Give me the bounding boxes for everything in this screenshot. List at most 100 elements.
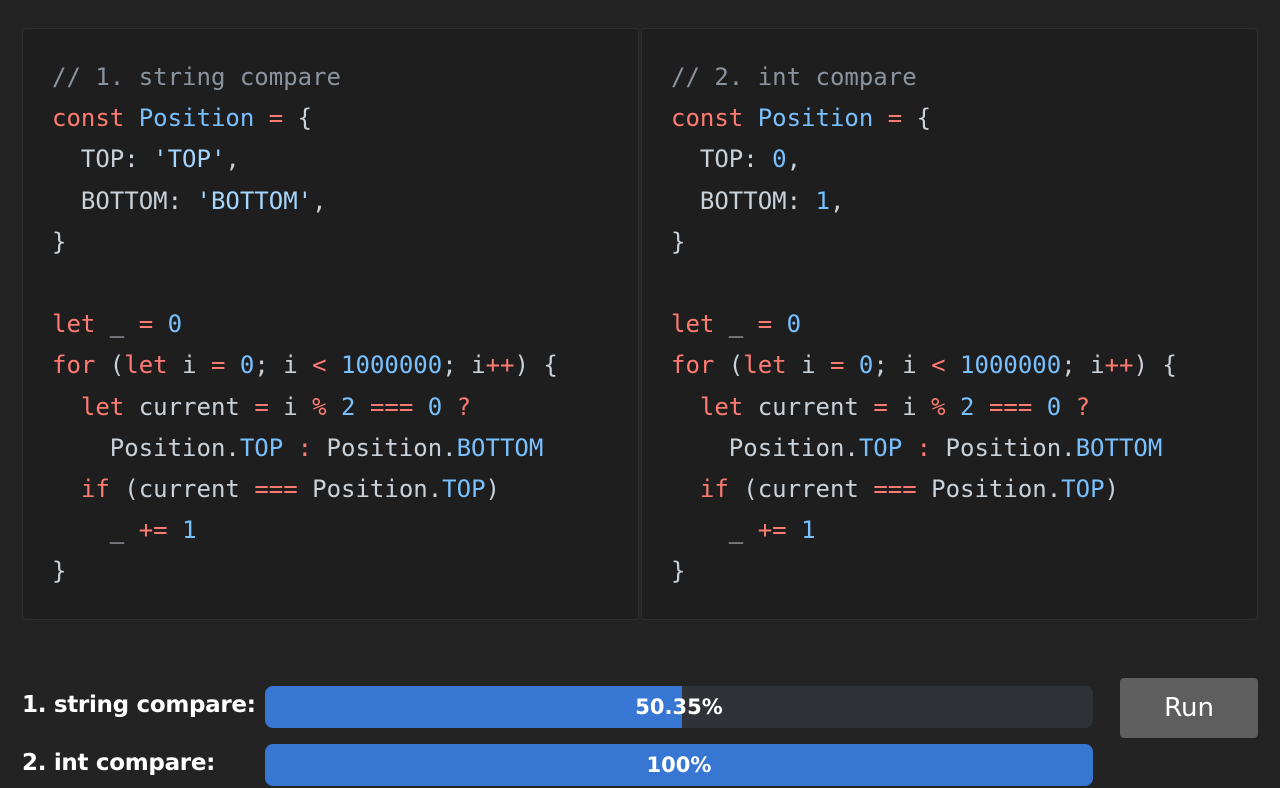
- code-token: // 2. int compare: [671, 63, 917, 91]
- code-panels: // 1. string compare const Position = { …: [22, 28, 1258, 620]
- code-token: Position.: [916, 475, 1062, 504]
- code-token: _: [714, 310, 758, 339]
- run-button[interactable]: Run: [1120, 678, 1258, 738]
- code-token: TOP:: [671, 145, 773, 174]
- code-token: // 1. string compare: [52, 63, 341, 91]
- code-token: Position.: [312, 433, 457, 462]
- code-line: let current = i % 2 === 0 ?: [671, 393, 1090, 421]
- code-token: TOP: [442, 475, 486, 504]
- code-token: =: [138, 310, 154, 339]
- code-token: }: [52, 557, 67, 586]
- code-token: i: [887, 392, 932, 421]
- code-line: for (let i = 0; i < 1000000; i++) {: [671, 351, 1177, 379]
- code-token: ?: [456, 392, 472, 421]
- code-token: ?: [1075, 392, 1091, 421]
- progress-percent: 100%: [646, 753, 712, 777]
- code-token: BOTTOM:: [52, 186, 197, 215]
- code-token: 1: [801, 516, 816, 545]
- code-token: ,: [312, 186, 327, 215]
- code-token: for: [671, 351, 715, 380]
- code-token: ===: [873, 475, 917, 504]
- code-token: let: [671, 310, 715, 339]
- code-line: }: [52, 228, 66, 256]
- code-token: const: [671, 104, 744, 133]
- code-token: let: [124, 351, 168, 380]
- code-token: 0: [167, 310, 183, 339]
- code-token: {: [902, 104, 932, 133]
- code-token: 0: [239, 351, 255, 380]
- code-token: =: [254, 392, 269, 421]
- code-token: TOP: [1061, 475, 1105, 504]
- code-line: }: [671, 557, 685, 585]
- code-token: current: [743, 392, 874, 421]
- code-token: ===: [369, 392, 414, 421]
- code-token: 1000000: [341, 351, 443, 380]
- code-token: TOP: [239, 433, 284, 462]
- code-line: BOTTOM: 'BOTTOM',: [52, 187, 327, 215]
- code-token: %: [931, 392, 946, 421]
- code-block: // 1. string compare const Position = { …: [52, 57, 638, 593]
- code-token: Position.: [52, 433, 240, 462]
- code-token: ,: [225, 145, 240, 174]
- result-row-string-compare: 1. string compare: 50.35%: [22, 686, 1102, 728]
- code-block: // 2. int compare const Position = { TOP…: [671, 57, 1257, 593]
- code-token: 'TOP': [153, 145, 226, 174]
- code-token: BOTTOM: [456, 433, 544, 462]
- code-token: 1000000: [960, 351, 1062, 380]
- code-line: const Position = {: [52, 104, 312, 132]
- code-token: }: [671, 227, 686, 256]
- code-token: ++: [1104, 351, 1134, 380]
- code-token: let: [699, 392, 744, 421]
- code-panel-string-compare: // 1. string compare const Position = { …: [22, 28, 639, 620]
- code-token: ) {: [514, 351, 558, 380]
- code-token: 1: [815, 186, 830, 215]
- code-token: 0: [786, 310, 802, 339]
- code-token: 2: [960, 392, 975, 421]
- code-line: let _ = 0: [671, 310, 801, 338]
- code-line: }: [671, 228, 685, 256]
- code-token: 2: [341, 392, 356, 421]
- progress-bar: 100%: [265, 744, 1093, 786]
- code-token: ===: [988, 392, 1033, 421]
- result-row-int-compare: 2. int compare: 100%: [22, 744, 1102, 786]
- result-label: 2. int compare:: [22, 750, 216, 776]
- code-line: Position.TOP : Position.BOTTOM: [52, 433, 544, 462]
- code-token: =: [757, 310, 773, 339]
- code-token: 1: [182, 516, 197, 545]
- code-token: {: [283, 104, 313, 133]
- code-token: :: [297, 433, 313, 462]
- code-line: // 2. int compare: [671, 63, 917, 91]
- code-token: ++: [485, 351, 515, 380]
- code-line: _ += 1: [671, 516, 816, 544]
- code-line: TOP: 0,: [671, 145, 801, 173]
- code-token: ; i: [254, 351, 313, 380]
- code-token: i: [268, 392, 313, 421]
- code-token: ; i: [442, 351, 486, 380]
- code-token: ): [485, 475, 500, 504]
- code-token: TOP: [858, 433, 903, 462]
- code-token: =: [210, 351, 226, 380]
- code-token: <: [931, 351, 946, 380]
- code-token: ,: [786, 145, 802, 174]
- code-token: Position.: [931, 433, 1076, 462]
- code-token: +=: [138, 516, 168, 545]
- code-token: Position: [757, 104, 874, 133]
- code-token: const: [52, 104, 125, 133]
- code-token: Position: [138, 104, 255, 133]
